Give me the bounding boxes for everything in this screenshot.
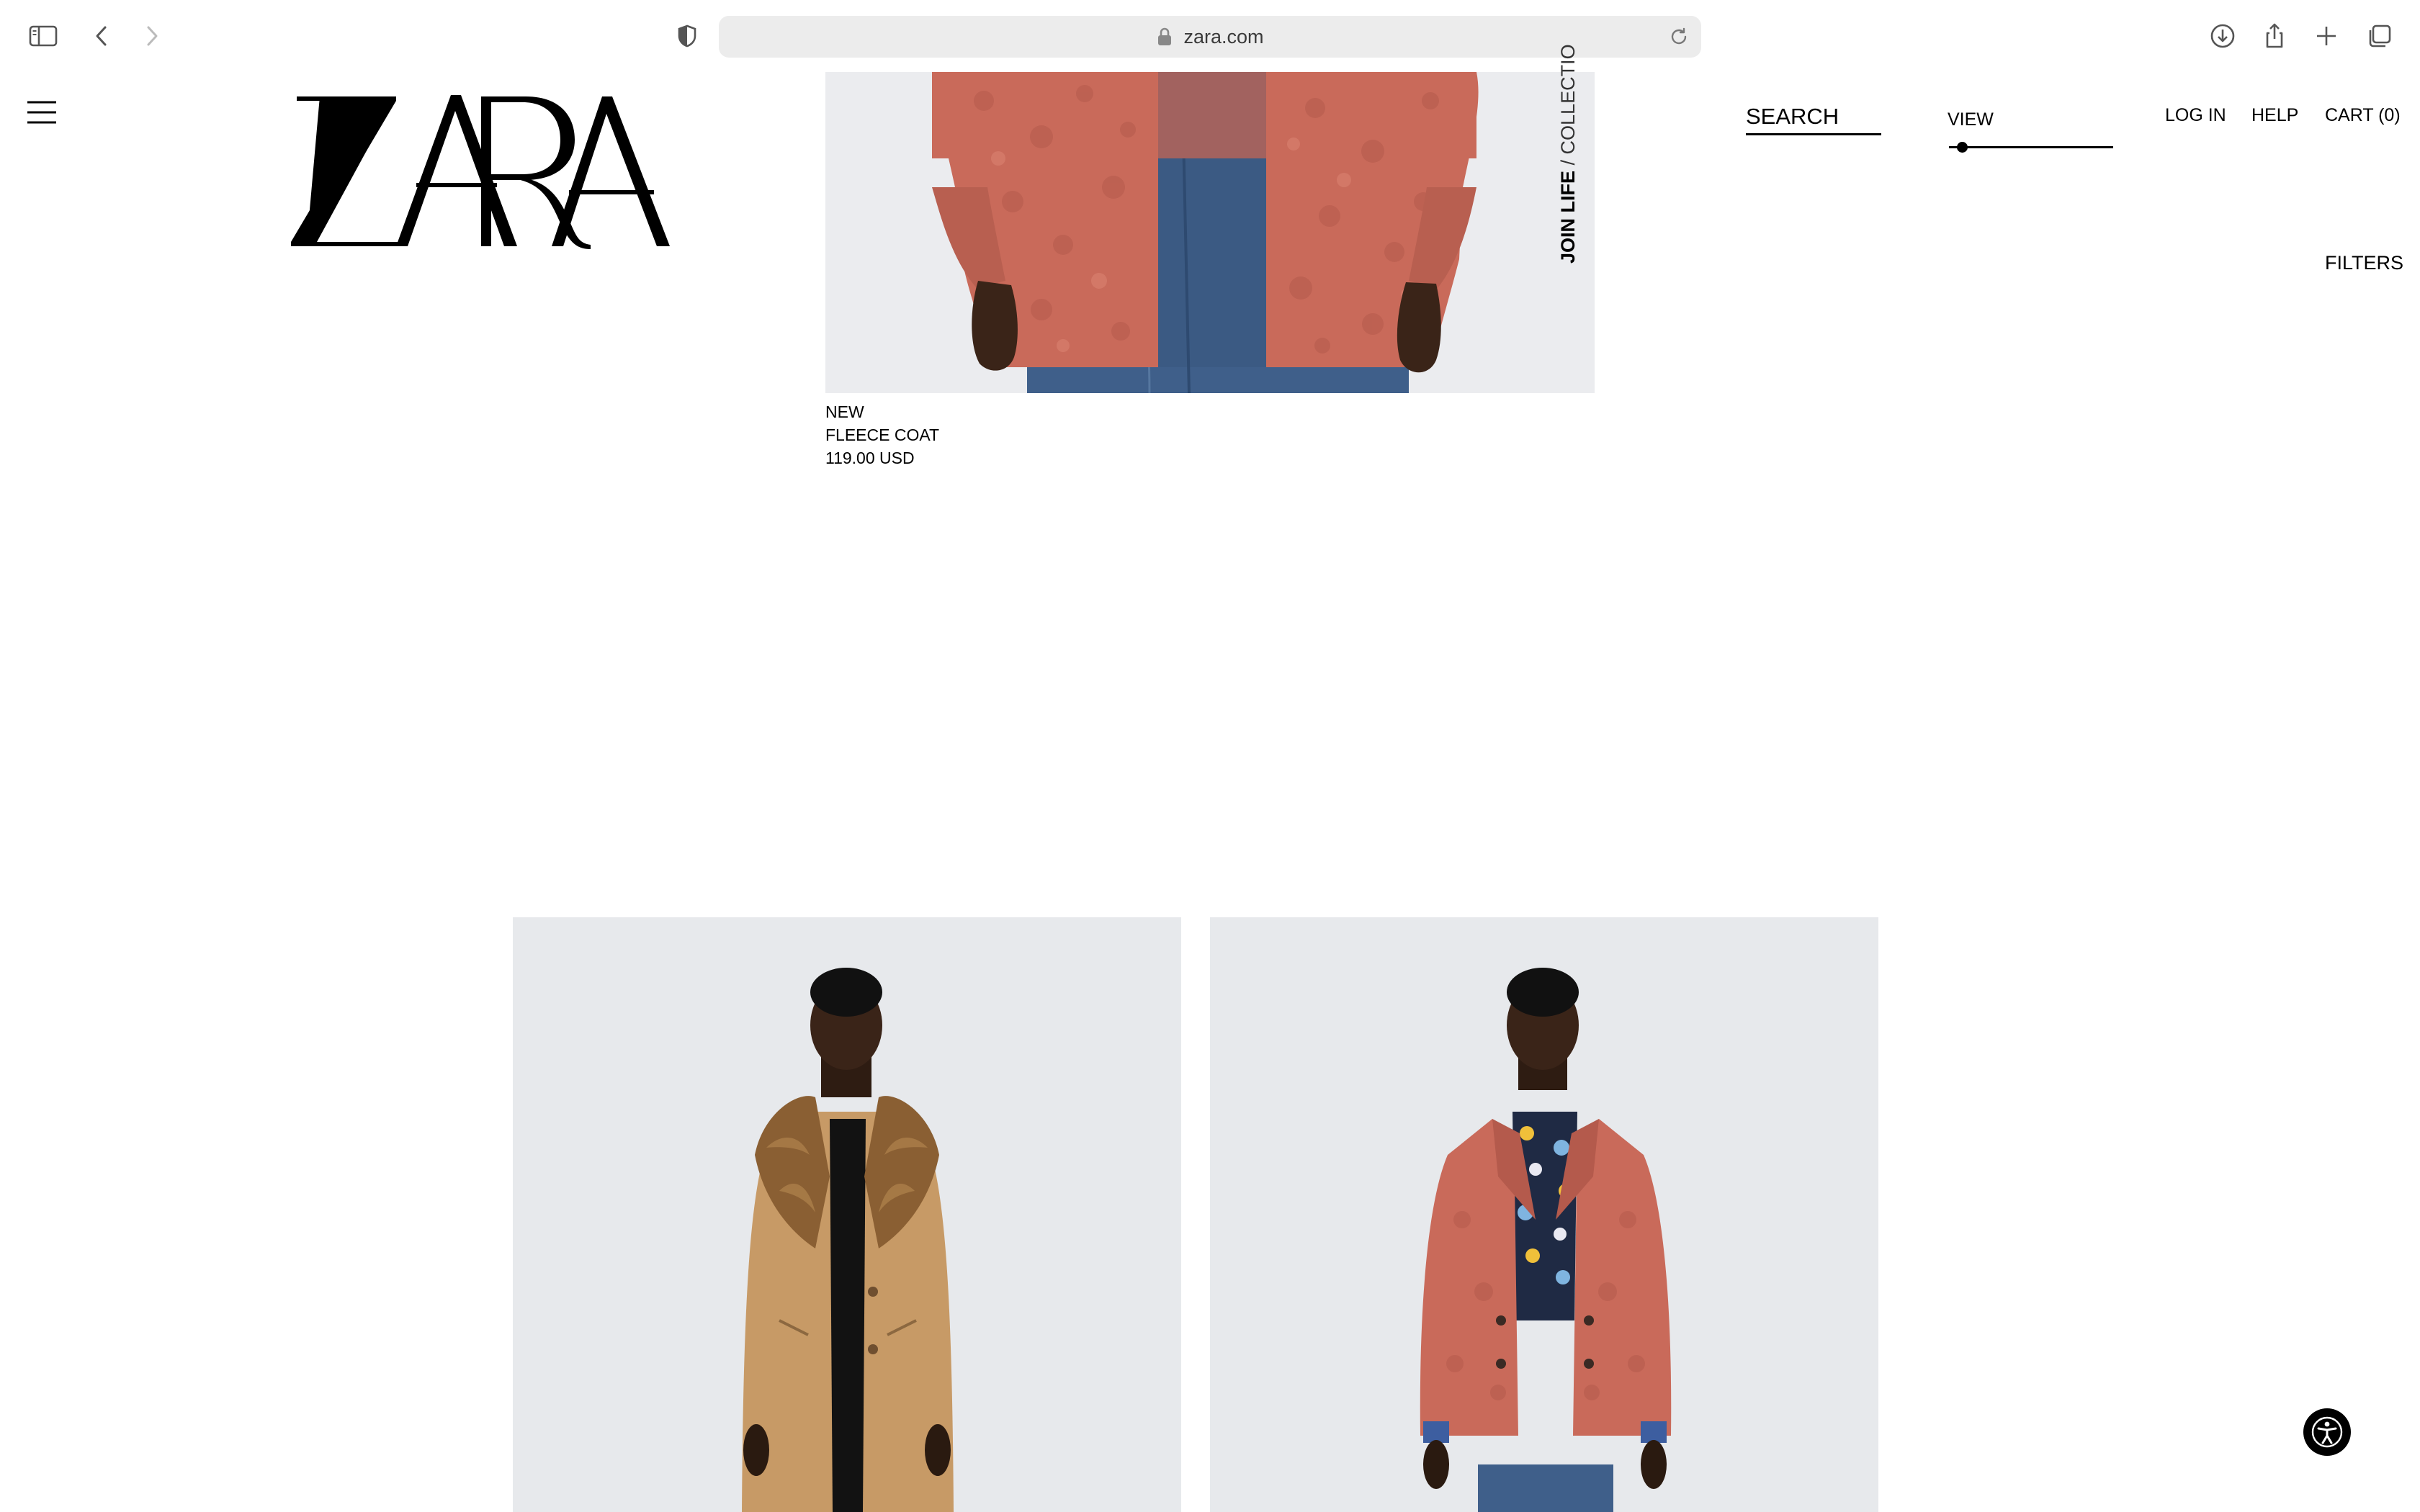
lock-icon (1158, 27, 1172, 45)
product-tag: NEW (825, 402, 864, 421)
zara-logo[interactable] (288, 89, 674, 252)
reload-icon[interactable] (1667, 24, 1691, 49)
url-text: zara.com (1183, 25, 1264, 48)
search-link[interactable]: SEARCH (1746, 102, 1881, 135)
login-link[interactable]: LOG IN (2165, 105, 2226, 126)
view-slider-track (1949, 146, 2113, 148)
filters-button[interactable]: FILTERS (2325, 252, 2403, 274)
sidebar-icon[interactable] (22, 16, 65, 56)
product-card-camel-coat[interactable] (513, 917, 1181, 1512)
view-slider-thumb[interactable] (1956, 142, 1968, 153)
featured-product-image[interactable] (825, 72, 1595, 393)
join-life-strong: JOIN LIFE (1557, 170, 1579, 264)
product-card-fleece-peacoat[interactable] (1210, 917, 1878, 1512)
browser-toolbar: zara.com (0, 0, 2420, 72)
hamburger-menu-icon[interactable] (26, 99, 58, 125)
view-label: VIEW (1948, 109, 1994, 130)
address-bar[interactable]: zara.com (719, 16, 1701, 58)
download-icon[interactable] (2201, 16, 2244, 56)
tabs-overview-icon[interactable] (2358, 16, 2401, 56)
featured-product-info[interactable]: NEW FLEECE COAT 119.00 USD (825, 400, 939, 469)
accessibility-icon[interactable] (2303, 1408, 2351, 1456)
view-slider[interactable] (1949, 141, 2113, 153)
join-life-collection: / COLLECTIO (1557, 44, 1579, 166)
product-price: 119.00 USD (825, 449, 915, 467)
help-link[interactable]: HELP (2251, 105, 2298, 126)
product-name[interactable]: FLEECE COAT (825, 423, 939, 446)
chevron-left-icon[interactable] (81, 16, 124, 56)
shield-icon[interactable] (666, 16, 709, 56)
join-life-badge: JOIN LIFE / COLLECTIO (1547, 44, 1587, 264)
share-icon[interactable] (2253, 16, 2296, 56)
chevron-right-icon[interactable] (130, 16, 173, 56)
cart-link[interactable]: CART (0) (2325, 105, 2401, 126)
plus-icon[interactable] (2305, 16, 2348, 56)
